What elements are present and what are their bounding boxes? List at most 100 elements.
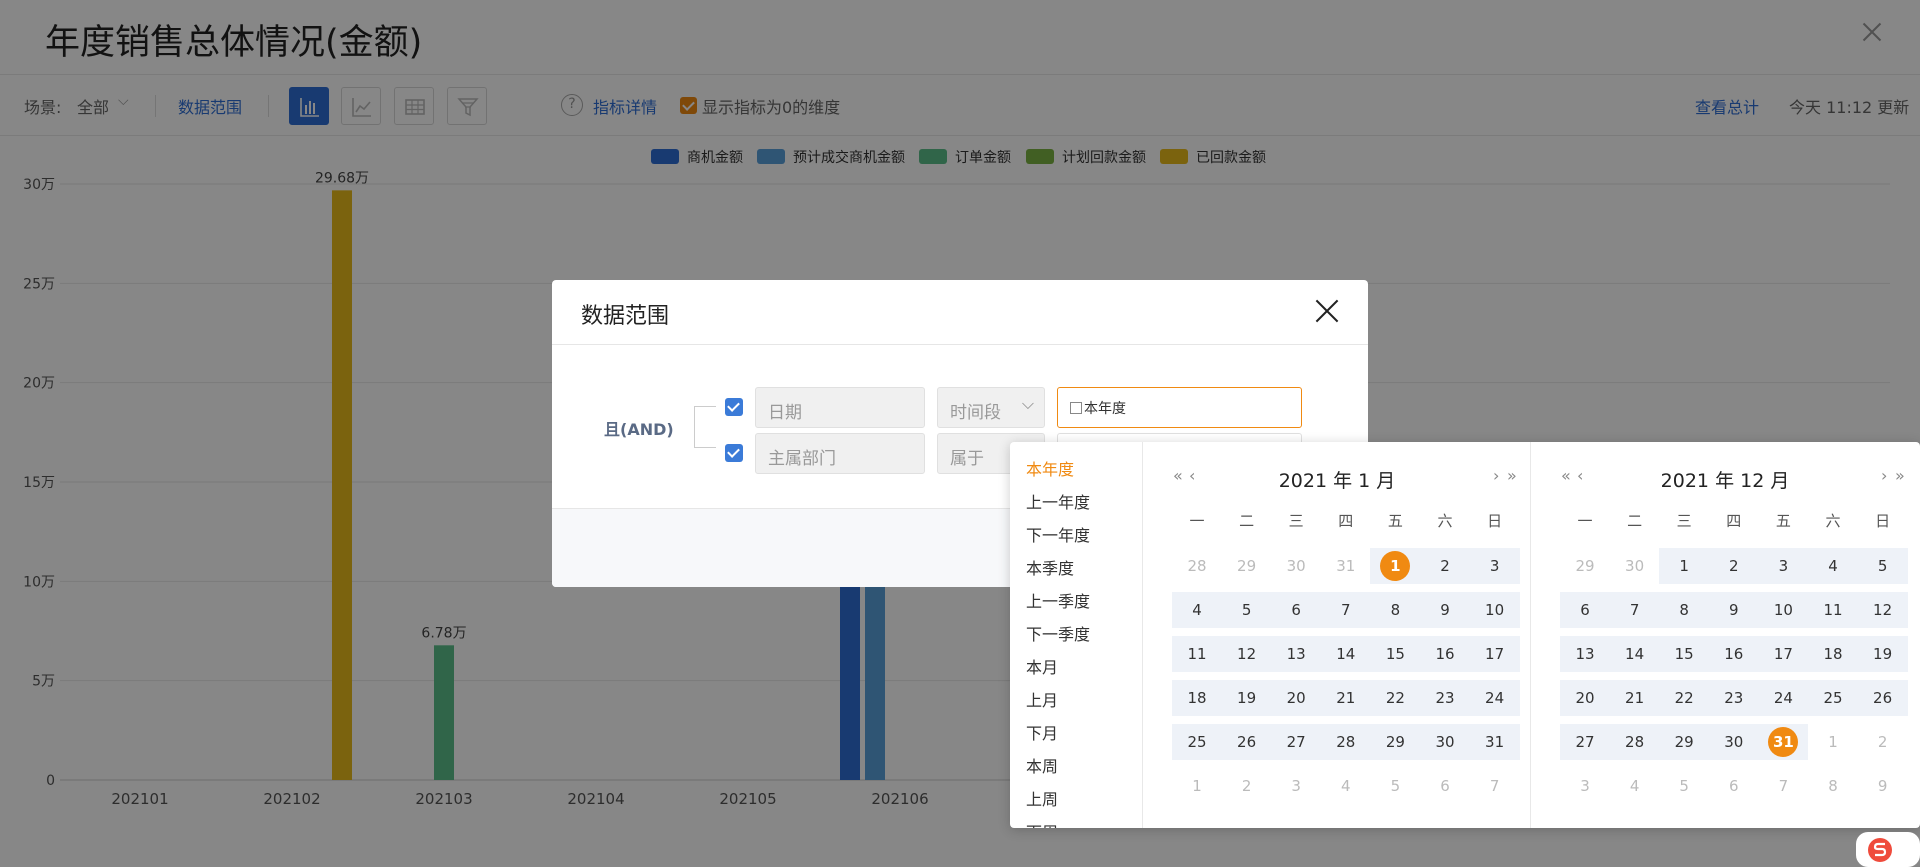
calendar-day[interactable]: 4 — [1172, 592, 1222, 628]
shortcut-item[interactable]: 上月 — [1026, 687, 1058, 711]
condition-2-field[interactable]: 主属部门 — [755, 433, 925, 474]
calendar-day[interactable]: 28 — [1609, 724, 1660, 760]
next-month-button[interactable]: › — [1881, 466, 1887, 485]
calendar-day[interactable]: 7 — [1758, 768, 1808, 804]
calendar-day[interactable]: 20 — [1271, 680, 1322, 716]
calendar-day[interactable]: 8 — [1370, 592, 1421, 628]
condition-2-checkbox[interactable] — [725, 444, 743, 462]
shortcut-item[interactable]: 上一季度 — [1026, 588, 1090, 612]
shortcut-item[interactable]: 本月 — [1026, 654, 1058, 678]
calendar-day[interactable]: 3 — [1271, 768, 1321, 804]
calendar-day[interactable]: 10 — [1758, 592, 1809, 628]
shortcut-item[interactable]: 上周 — [1026, 786, 1058, 810]
calendar-day[interactable]: 14 — [1609, 636, 1660, 672]
calendar-day[interactable]: 2 — [1708, 548, 1759, 584]
calendar-day[interactable]: 9 — [1420, 592, 1470, 628]
calendar-day[interactable]: 5 — [1370, 768, 1420, 804]
calendar-day[interactable]: 30 — [1708, 724, 1759, 760]
calendar-day[interactable]: 11 — [1172, 636, 1222, 672]
calendar-day[interactable]: 7 — [1470, 768, 1520, 804]
calendar-day[interactable]: 29 — [1659, 724, 1710, 760]
ime-widget[interactable] — [1856, 828, 1920, 867]
calendar-day[interactable]: 18 — [1172, 680, 1222, 716]
calendar-day[interactable]: 29 — [1560, 548, 1610, 584]
close-icon[interactable] — [1314, 298, 1340, 324]
calendar-day[interactable]: 1 — [1370, 548, 1421, 584]
calendar-day[interactable]: 31 — [1758, 724, 1809, 760]
calendar-day[interactable]: 26 — [1221, 724, 1272, 760]
shortcut-item[interactable]: 本年度 — [1026, 456, 1074, 480]
calendar-day[interactable]: 3 — [1560, 768, 1610, 804]
calendar-day[interactable]: 21 — [1320, 680, 1371, 716]
calendar-day[interactable]: 15 — [1370, 636, 1421, 672]
next-month-button[interactable]: › — [1493, 466, 1499, 485]
shortcut-item[interactable]: 下一年度 — [1026, 522, 1090, 546]
calendar-day[interactable]: 6 — [1271, 592, 1322, 628]
calendar-day[interactable]: 3 — [1758, 548, 1809, 584]
calendar-day[interactable]: 17 — [1469, 636, 1520, 672]
next-year-button[interactable]: » — [1507, 466, 1517, 485]
calendar-day[interactable]: 24 — [1758, 680, 1809, 716]
calendar-day[interactable]: 31 — [1469, 724, 1520, 760]
calendar-day[interactable]: 22 — [1370, 680, 1421, 716]
calendar-day[interactable]: 27 — [1271, 724, 1322, 760]
calendar-day[interactable]: 20 — [1560, 680, 1610, 716]
calendar-day[interactable]: 6 — [1709, 768, 1759, 804]
calendar-day[interactable]: 6 — [1560, 592, 1610, 628]
calendar-day[interactable]: 19 — [1221, 680, 1272, 716]
calendar-day[interactable]: 8 — [1808, 768, 1858, 804]
shortcut-item[interactable]: 下一季度 — [1026, 621, 1090, 645]
calendar-day[interactable]: 5 — [1221, 592, 1272, 628]
calendar-day[interactable]: 2 — [1420, 548, 1470, 584]
calendar-day[interactable]: 29 — [1370, 724, 1421, 760]
calendar-day[interactable]: 23 — [1420, 680, 1470, 716]
calendar-day[interactable]: 12 — [1221, 636, 1272, 672]
calendar-day[interactable]: 7 — [1320, 592, 1371, 628]
calendar-day[interactable]: 12 — [1857, 592, 1908, 628]
calendar-day[interactable]: 7 — [1609, 592, 1660, 628]
calendar-day[interactable]: 10 — [1469, 592, 1520, 628]
calendar-day[interactable]: 30 — [1271, 548, 1321, 584]
calendar-day[interactable]: 8 — [1659, 592, 1710, 628]
calendar-day[interactable]: 5 — [1659, 768, 1709, 804]
calendar-day[interactable]: 25 — [1808, 680, 1858, 716]
calendar-day[interactable]: 16 — [1708, 636, 1759, 672]
calendar-day[interactable]: 4 — [1321, 768, 1371, 804]
calendar-day[interactable]: 4 — [1610, 768, 1660, 804]
calendar-day[interactable]: 13 — [1271, 636, 1322, 672]
calendar-day[interactable]: 30 — [1610, 548, 1660, 584]
calendar-day[interactable]: 28 — [1320, 724, 1371, 760]
calendar-day[interactable]: 24 — [1469, 680, 1520, 716]
calendar-day[interactable]: 27 — [1560, 724, 1610, 760]
calendar-day[interactable]: 3 — [1469, 548, 1520, 584]
calendar-day[interactable]: 5 — [1857, 548, 1908, 584]
calendar-day[interactable]: 28 — [1172, 548, 1222, 584]
calendar-day[interactable]: 23 — [1708, 680, 1759, 716]
calendar-day[interactable]: 1 — [1659, 548, 1710, 584]
calendar-day[interactable]: 21 — [1609, 680, 1660, 716]
condition-1-field[interactable]: 日期 — [755, 387, 925, 428]
calendar-day[interactable]: 16 — [1420, 636, 1470, 672]
calendar-day[interactable]: 1 — [1172, 768, 1222, 804]
shortcut-item[interactable]: 本周 — [1026, 753, 1058, 777]
calendar-day[interactable]: 13 — [1560, 636, 1610, 672]
calendar-day[interactable]: 1 — [1808, 724, 1858, 760]
calendar-day[interactable]: 17 — [1758, 636, 1809, 672]
shortcut-item[interactable]: 上一年度 — [1026, 489, 1090, 513]
date-range-input[interactable]: 本年度 — [1057, 387, 1302, 428]
calendar-day[interactable]: 14 — [1320, 636, 1371, 672]
calendar-day[interactable]: 26 — [1857, 680, 1908, 716]
calendar-day[interactable]: 29 — [1222, 548, 1272, 584]
calendar-day[interactable]: 25 — [1172, 724, 1222, 760]
calendar-day[interactable]: 19 — [1857, 636, 1908, 672]
calendar-day[interactable]: 31 — [1321, 548, 1371, 584]
calendar-day[interactable]: 11 — [1808, 592, 1858, 628]
next-year-button[interactable]: » — [1895, 466, 1905, 485]
calendar-day[interactable]: 22 — [1659, 680, 1710, 716]
calendar-day[interactable]: 2 — [1222, 768, 1272, 804]
shortcut-item[interactable]: 下月 — [1026, 720, 1058, 744]
calendar-day[interactable]: 2 — [1858, 724, 1908, 760]
calendar-day[interactable]: 15 — [1659, 636, 1710, 672]
shortcut-item[interactable]: 本季度 — [1026, 555, 1074, 579]
calendar-day[interactable]: 4 — [1808, 548, 1858, 584]
